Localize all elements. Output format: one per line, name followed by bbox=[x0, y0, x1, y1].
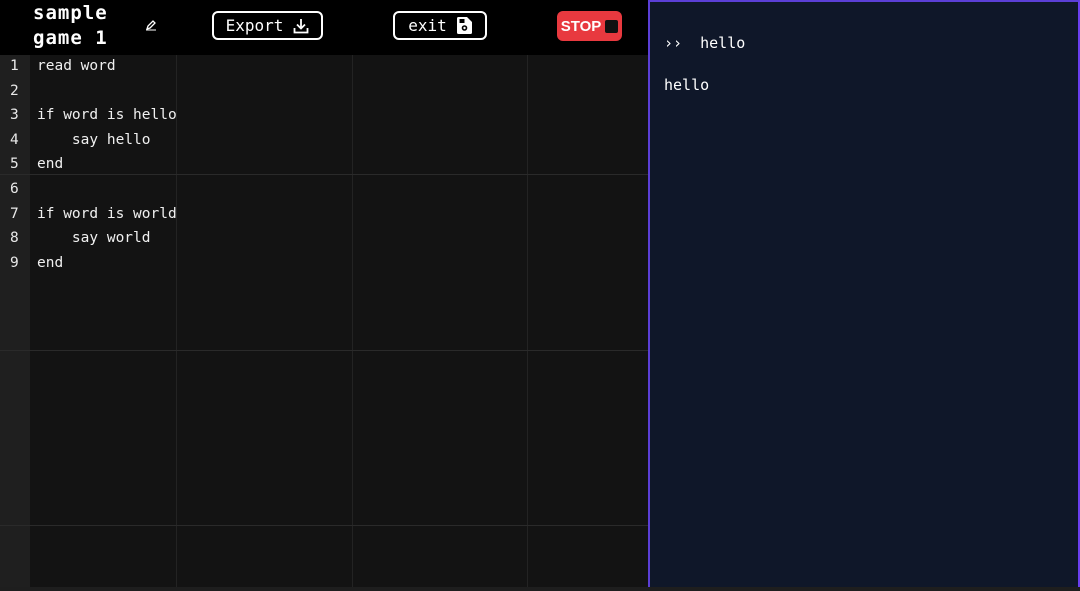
edit-pencil-icon[interactable] bbox=[145, 19, 157, 31]
line-number: 2 bbox=[10, 82, 19, 99]
game-title-line-1: sample bbox=[33, 2, 108, 24]
line-number: 5 bbox=[10, 156, 19, 173]
code-line[interactable]: if word is world bbox=[37, 202, 177, 227]
console-output-line: hello bbox=[664, 76, 710, 94]
grid-line bbox=[176, 55, 177, 591]
line-number: 4 bbox=[10, 131, 19, 148]
export-button[interactable]: Export bbox=[212, 11, 323, 40]
exit-button-label: exit bbox=[408, 16, 447, 35]
prompt-chevron-icon: ›› bbox=[664, 34, 683, 52]
grid-line bbox=[527, 55, 528, 591]
editor-panel: sample game 1 Export exit STOP 1 2 3 4 5… bbox=[0, 0, 648, 591]
console-panel[interactable]: ›› hello hello bbox=[648, 0, 1080, 591]
line-number: 7 bbox=[10, 205, 19, 222]
code-line[interactable]: say world bbox=[37, 226, 151, 251]
bottom-scrollbar bbox=[0, 587, 1080, 591]
code-line[interactable]: end bbox=[37, 251, 63, 276]
code-line[interactable]: end bbox=[37, 152, 63, 177]
code-line[interactable]: if word is hello bbox=[37, 103, 177, 128]
stop-button[interactable]: STOP bbox=[557, 11, 622, 41]
console-input-text: hello bbox=[700, 34, 746, 52]
line-number: 9 bbox=[10, 254, 19, 271]
download-icon bbox=[293, 18, 309, 33]
game-title[interactable]: sample game 1 bbox=[33, 1, 133, 51]
grid-line bbox=[0, 525, 648, 526]
stop-square-icon bbox=[605, 19, 619, 33]
line-number: 6 bbox=[10, 181, 19, 197]
code-line[interactable]: read word bbox=[37, 54, 116, 79]
line-number: 1 bbox=[10, 58, 19, 74]
code-line[interactable]: say hello bbox=[37, 128, 151, 153]
line-number: 3 bbox=[10, 107, 19, 124]
editor-header: sample game 1 Export exit STOP bbox=[0, 0, 648, 55]
exit-save-button[interactable]: exit bbox=[393, 11, 487, 40]
save-file-icon bbox=[456, 17, 472, 34]
grid-line bbox=[0, 174, 648, 175]
console-input-line: ›› hello bbox=[664, 34, 745, 52]
line-number: 8 bbox=[10, 230, 19, 247]
grid-line bbox=[352, 55, 353, 591]
stop-button-label: STOP bbox=[560, 17, 602, 35]
grid-line bbox=[0, 350, 648, 351]
export-button-label: Export bbox=[225, 16, 284, 35]
game-title-line-2: game 1 bbox=[33, 27, 108, 49]
